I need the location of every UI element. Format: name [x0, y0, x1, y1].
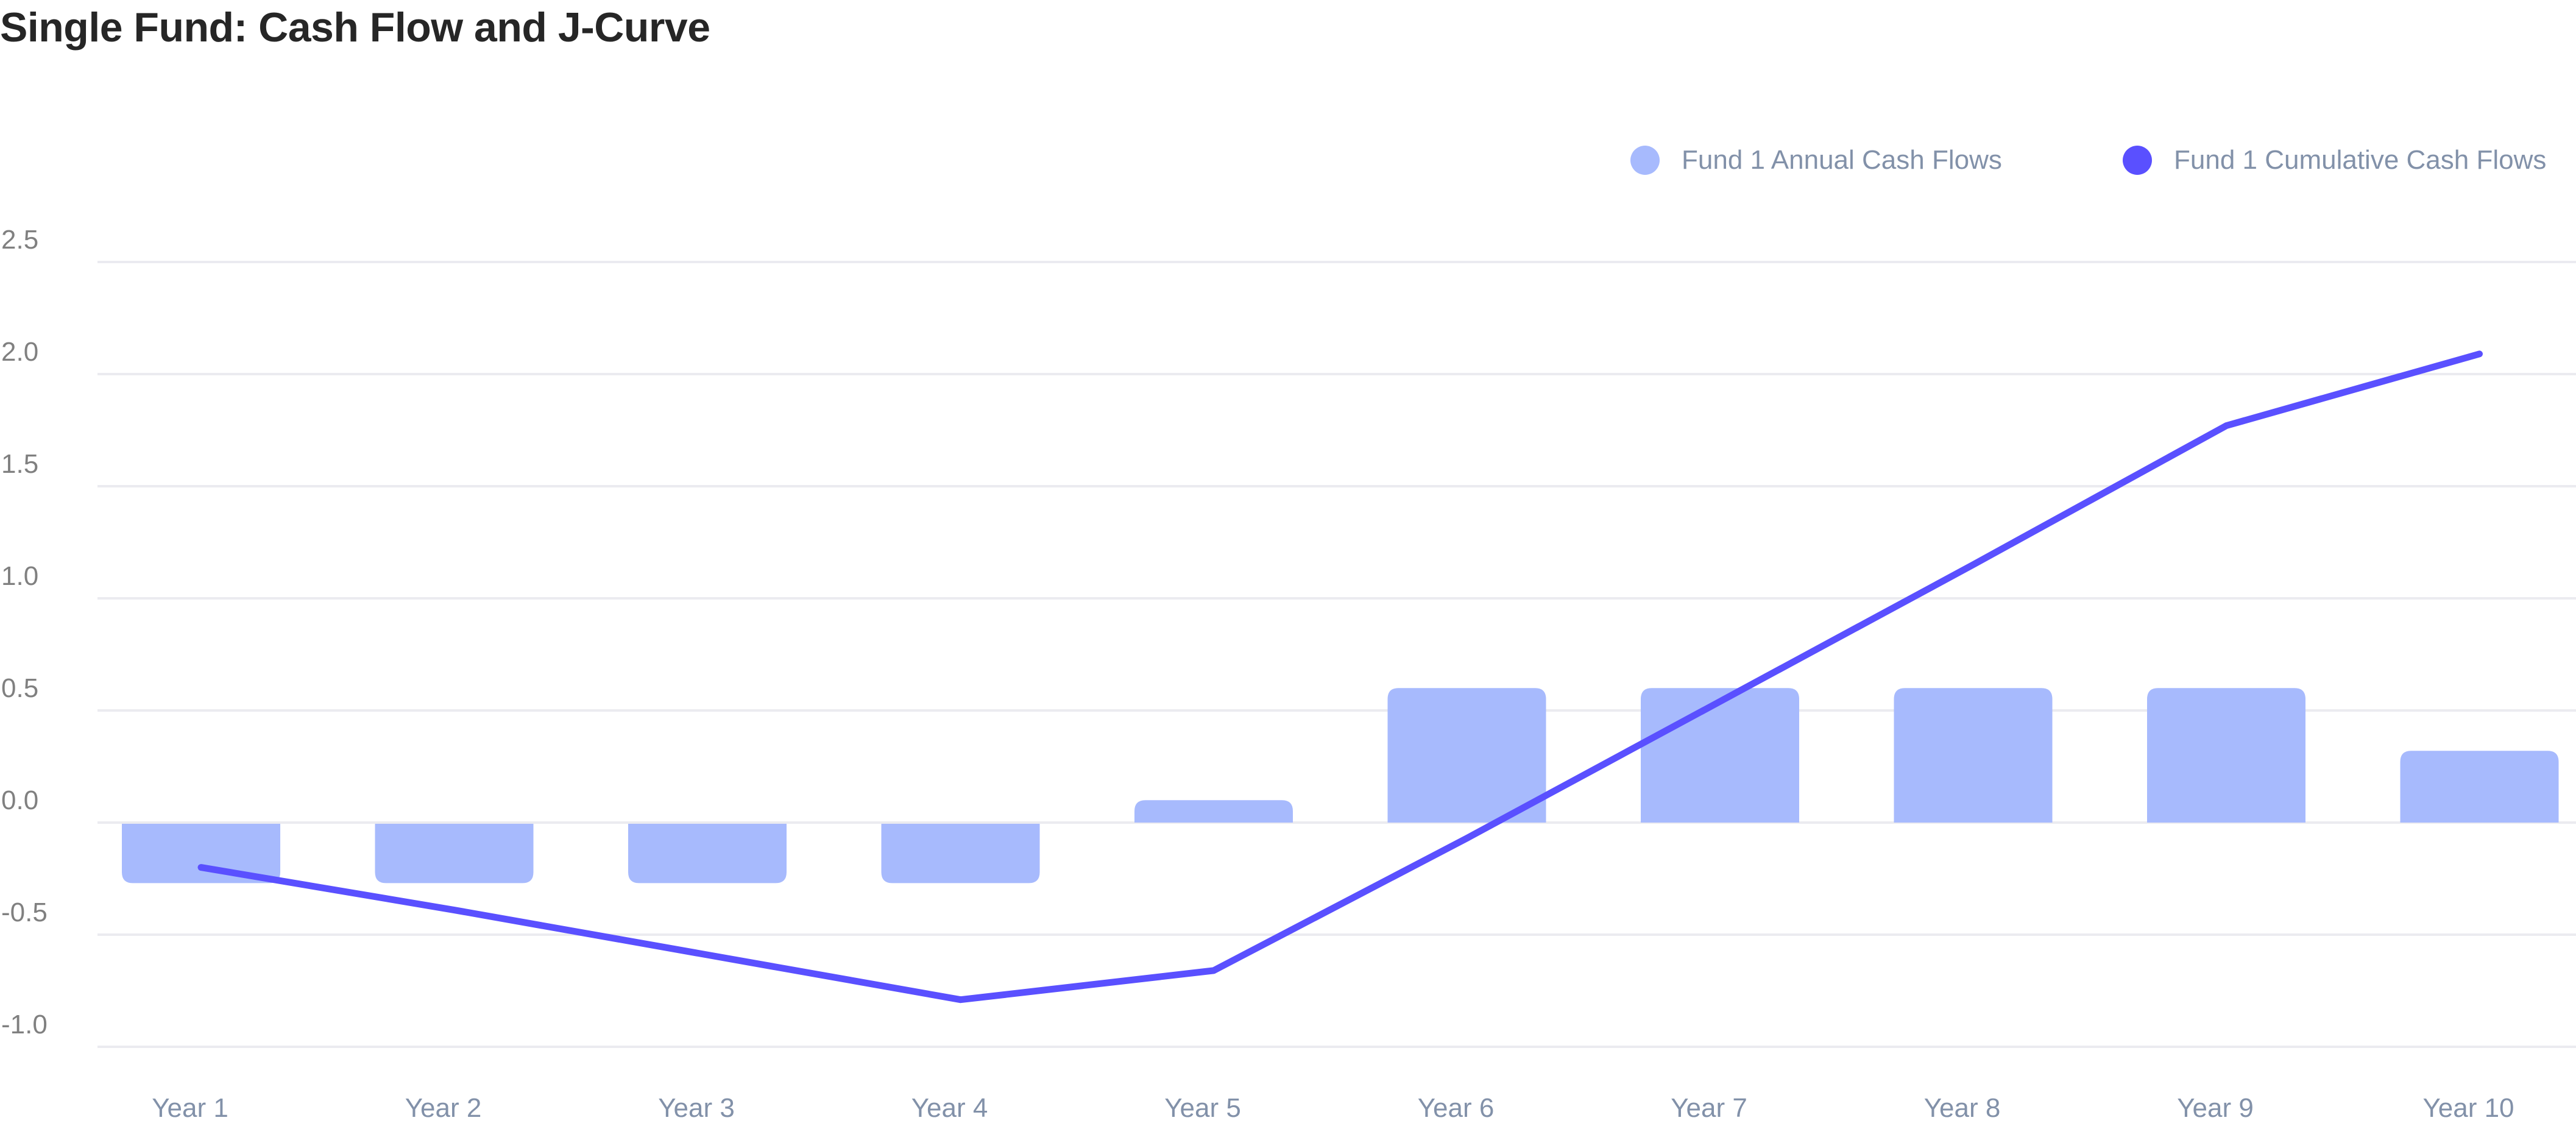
gridline [97, 373, 2576, 375]
x-tick-label: Year 6 [1418, 1093, 1495, 1123]
gridline [97, 1046, 2576, 1048]
y-tick-label: 0.0 [1, 785, 38, 815]
bar-year-6 [1387, 688, 1546, 823]
bar-year-3 [628, 824, 787, 883]
x-axis: Year 1 Year 2 Year 3 Year 4 Year 5 Year 6 Year… [152, 1093, 2514, 1123]
bar-year-10 [2400, 751, 2559, 823]
x-tick-label: Year 3 [658, 1093, 735, 1123]
bar-series-annual [122, 688, 2559, 883]
x-tick-label: Year 5 [1164, 1093, 1241, 1123]
gridline [97, 597, 2576, 600]
bar-year-5 [1134, 800, 1293, 823]
gridline [97, 485, 2576, 487]
y-tick-label: 1.5 [1, 449, 38, 479]
x-tick-label: Year 9 [2177, 1093, 2254, 1123]
x-tick-label: Year 7 [1671, 1093, 1747, 1123]
cumulative-line [197, 350, 2483, 1004]
y-tick-label: 1.0 [1, 561, 38, 591]
y-tick-label: 2.0 [1, 337, 38, 367]
y-tick-label: 0.5 [1, 673, 38, 703]
y-tick-label: 2.5 [1, 225, 38, 255]
bar-year-8 [1894, 688, 2053, 823]
gridline [97, 933, 2576, 936]
gridlines [97, 261, 2576, 1048]
bar-year-4 [881, 824, 1040, 883]
line-series-cumulative [197, 350, 2483, 1004]
x-tick-label: Year 10 [2422, 1093, 2514, 1123]
y-tick-label: -1.0 [1, 1010, 48, 1039]
x-tick-label: Year 8 [1924, 1093, 2001, 1123]
x-tick-label: Year 1 [152, 1093, 228, 1123]
y-tick-label: -0.5 [1, 898, 48, 927]
x-tick-label: Year 4 [911, 1093, 988, 1123]
chart-plot-area: 2.52.01.51.00.50.0-0.5-1.0 Year 1 Year 2Y… [1, 225, 2576, 1123]
y-axis: 2.5 2.0 1.5 1.0 0.5 0.0 -0.5 -1.0 [1, 225, 48, 1039]
bar-year-2 [375, 824, 534, 883]
x-tick-label: Year 2 [405, 1093, 482, 1123]
bar-year-7 [1641, 688, 1799, 823]
bar-year-9 [2147, 688, 2305, 823]
gridline [97, 261, 2576, 263]
